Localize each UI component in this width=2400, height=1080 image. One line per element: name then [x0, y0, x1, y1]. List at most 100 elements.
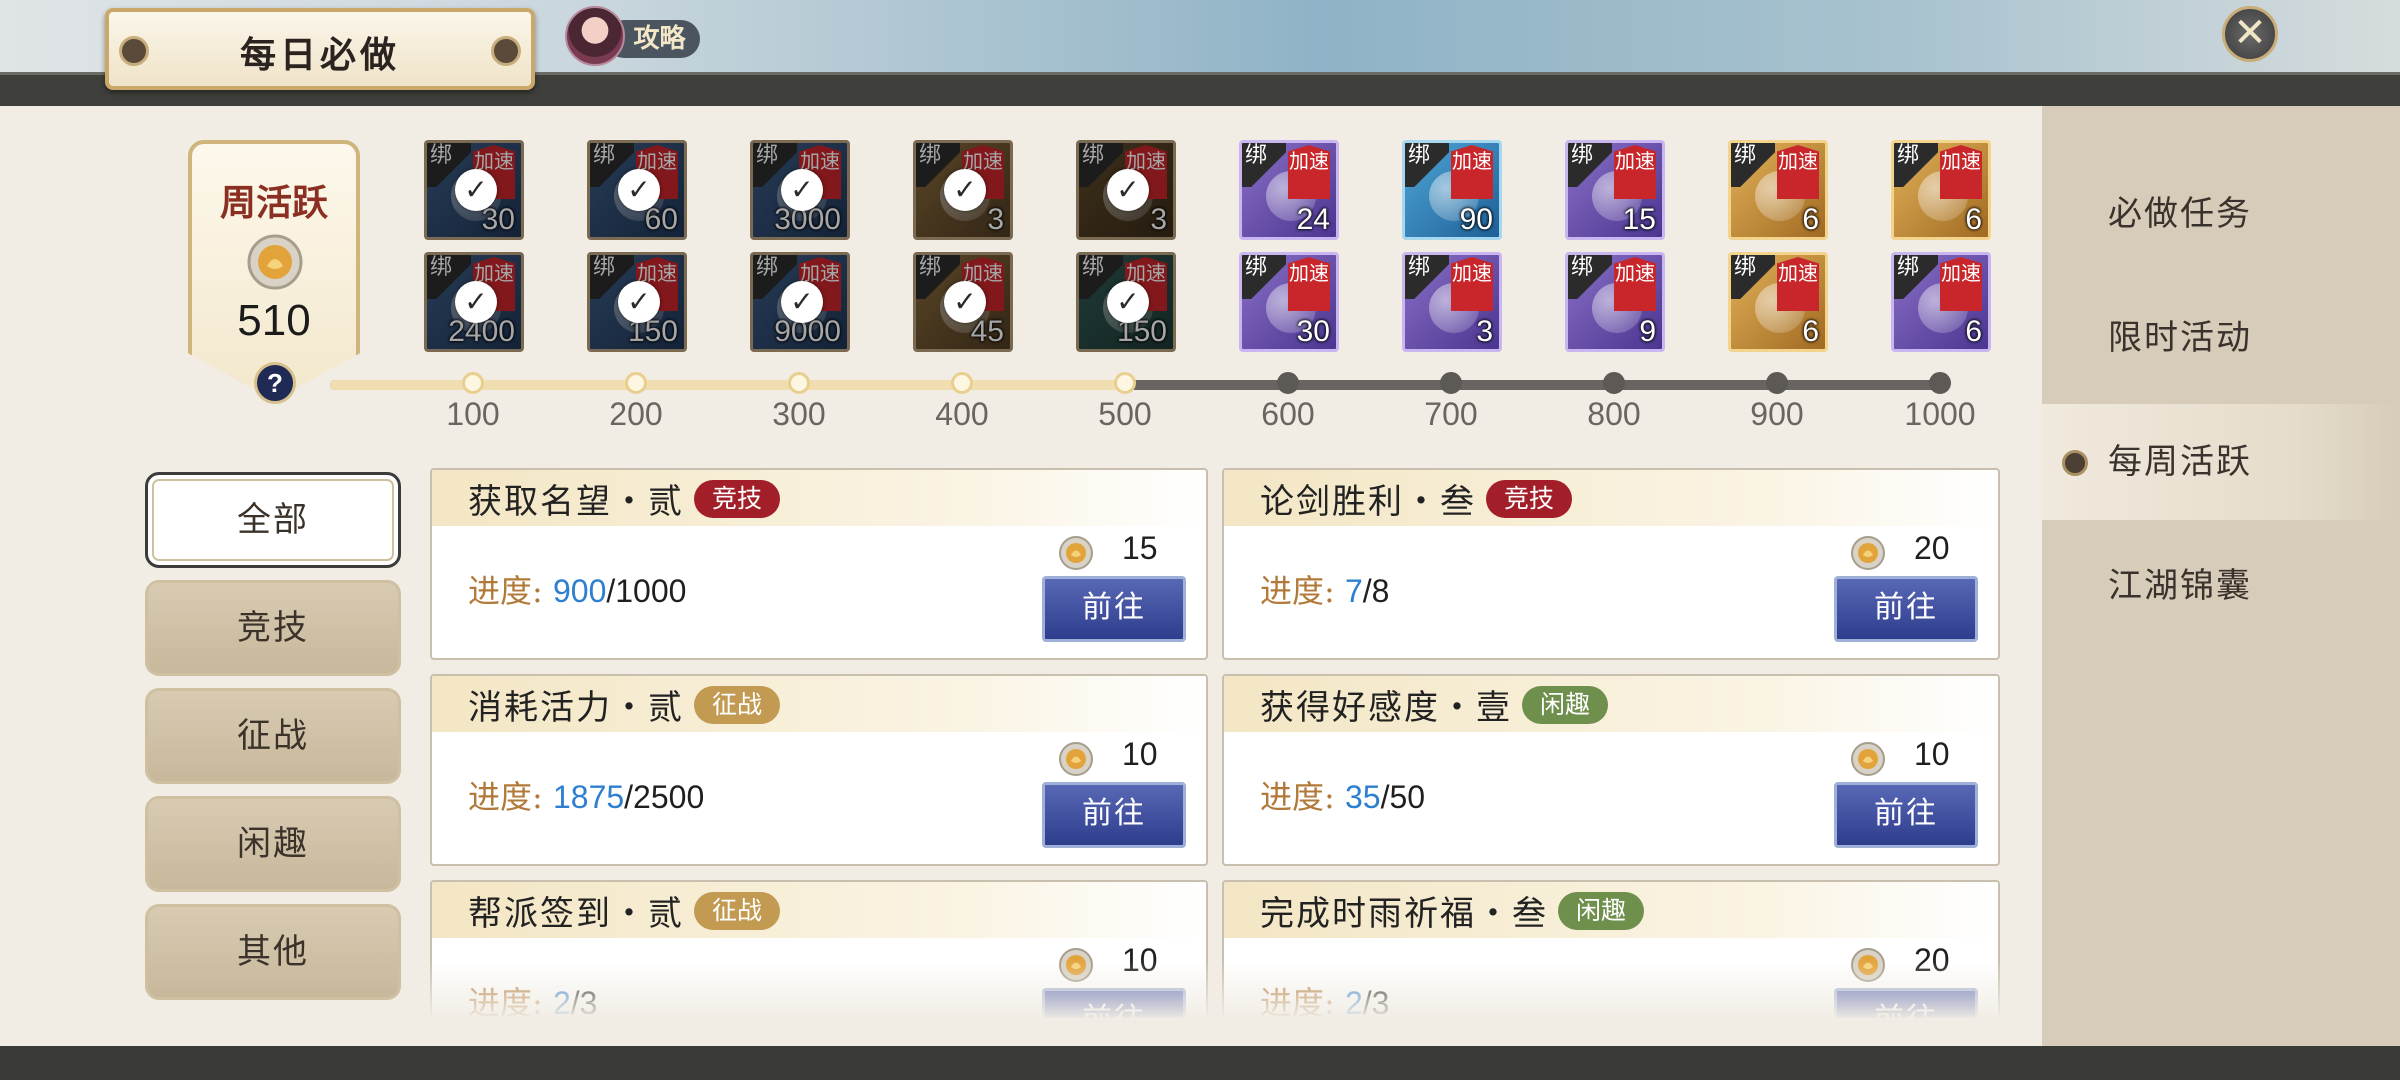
reward-item[interactable]: 绑加速 90	[1402, 140, 1502, 240]
speed-badge: 加速	[1940, 145, 1982, 199]
checkmark-icon: ✓	[944, 281, 986, 323]
reward-item[interactable]: 绑加速 2400 ✓	[424, 252, 524, 352]
bind-label: 绑	[1568, 143, 1612, 187]
reward-item[interactable]: 绑加速 60 ✓	[587, 140, 687, 240]
activity-coin-icon	[1059, 742, 1093, 776]
task-progress: 进度: 7/8	[1260, 566, 1389, 612]
close-button[interactable]: ✕	[2222, 6, 2278, 62]
reward-count: 90	[1459, 203, 1493, 236]
reward-item[interactable]: 绑加速 30	[1239, 252, 1339, 352]
task-reward-points: 10	[1914, 736, 1950, 772]
nav-item-label: 限时活动	[2108, 318, 2252, 358]
reward-item[interactable]: 绑加速 45 ✓	[913, 252, 1013, 352]
filter-button[interactable]: 竞技	[145, 580, 401, 676]
reward-item[interactable]: 绑加速 150 ✓	[1076, 252, 1176, 352]
filter-button[interactable]: 其他	[145, 904, 401, 1000]
reward-item[interactable]: 绑加速 15	[1565, 140, 1665, 240]
reward-item[interactable]: 绑加速 9000 ✓	[750, 252, 850, 352]
bind-label: 绑	[1731, 255, 1775, 299]
reward-count: 24	[1296, 203, 1330, 236]
progress-label: 进度:	[1260, 572, 1345, 610]
milestone-label: 1000	[1904, 396, 1976, 432]
bind-label: 绑	[1242, 255, 1286, 299]
task-card: 获取名望・贰 竞技 进度: 900/1000 15 前往	[430, 468, 1208, 660]
go-button[interactable]: 前往	[1042, 782, 1186, 848]
bind-label: 绑	[1568, 255, 1612, 299]
task-card: 消耗活力・贰 征战 进度: 1875/2500 10 前往	[430, 674, 1208, 866]
reward-item[interactable]: 绑加速 6	[1891, 252, 1991, 352]
progress-total: /2500	[624, 779, 705, 815]
reward-item[interactable]: 绑加速 3	[1402, 252, 1502, 352]
reward-item[interactable]: 绑加速 3000 ✓	[750, 140, 850, 240]
nav-item[interactable]: 必做任务	[2042, 156, 2400, 272]
task-title: 论剑胜利・叁	[1260, 482, 1476, 522]
milestone-label: 300	[772, 396, 826, 432]
speed-badge: 加速	[1451, 145, 1493, 199]
checkmark-icon: ✓	[1107, 281, 1149, 323]
help-button[interactable]: ?	[254, 362, 296, 404]
milestone-node	[462, 372, 484, 394]
bind-label: 绑	[1731, 143, 1775, 187]
reward-count: 6	[1802, 315, 1819, 348]
task-category-tag: 闲趣	[1558, 892, 1645, 930]
task-category-tag: 征战	[694, 892, 781, 930]
speed-badge: 加速	[1777, 257, 1819, 311]
progress-current: 1875	[552, 779, 625, 815]
milestone-node	[625, 372, 647, 394]
reward-count: 6	[1965, 203, 1982, 236]
milestone-label: 600	[1261, 396, 1315, 432]
nav-item[interactable]: 每周活跃	[2042, 404, 2400, 520]
filter-button[interactable]: 征战	[145, 688, 401, 784]
reward-item[interactable]: 绑加速 6	[1728, 252, 1828, 352]
milestone-node	[951, 372, 973, 394]
go-button[interactable]: 前往	[1834, 576, 1978, 642]
reward-item[interactable]: 绑加速 6	[1891, 140, 1991, 240]
bind-label: 绑	[1405, 143, 1449, 187]
speed-badge: 加速	[1451, 257, 1493, 311]
weekly-title: 周活跃	[219, 182, 328, 224]
milestone-node	[1114, 372, 1136, 394]
nav-item[interactable]: 限时活动	[2042, 280, 2400, 396]
guide-button[interactable]: 攻略	[565, 6, 700, 66]
filter-button[interactable]: 闲趣	[145, 796, 401, 892]
nav-item[interactable]: 江湖锦囊	[2042, 528, 2400, 644]
checkmark-icon: ✓	[618, 281, 660, 323]
go-button[interactable]: 前往	[1834, 782, 1978, 848]
checkmark-icon: ✓	[618, 169, 660, 211]
milestone-node	[1440, 372, 1462, 394]
checkmark-icon: ✓	[455, 169, 497, 211]
reward-count: 3	[1476, 315, 1493, 348]
nav-item-label: 必做任务	[2108, 194, 2252, 234]
reward-item[interactable]: 绑加速 3 ✓	[913, 140, 1013, 240]
progress-current: 35	[1344, 779, 1381, 815]
task-list[interactable]: 获取名望・贰 竞技 进度: 900/1000 15 前往 论剑胜利・叁 竞技 进度: 7/8 2…	[430, 468, 2010, 1018]
milestone-node	[1277, 372, 1299, 394]
task-progress: 进度: 35/50	[1260, 772, 1425, 818]
milestone-label: 800	[1587, 396, 1641, 432]
knot-ornament-icon	[491, 36, 521, 66]
reward-item[interactable]: 绑加速 9	[1565, 252, 1665, 352]
bind-label: 绑	[1894, 255, 1938, 299]
task-title: 完成时雨祈福・叁	[1260, 894, 1548, 934]
milestone-label: 100	[446, 396, 500, 432]
task-progress: 进度: 900/1000	[468, 566, 686, 612]
milestone-node	[788, 372, 810, 394]
speed-badge: 加速	[1940, 257, 1982, 311]
bind-label: 绑	[1405, 255, 1449, 299]
checkmark-icon: ✓	[781, 281, 823, 323]
reward-item[interactable]: 绑加速 6	[1728, 140, 1828, 240]
guide-avatar-icon	[565, 6, 625, 66]
filter-button[interactable]: 全部	[145, 472, 401, 568]
milestone-label: 400	[935, 396, 989, 432]
checkmark-icon: ✓	[944, 169, 986, 211]
go-button[interactable]: 前往	[1042, 576, 1186, 642]
reward-item[interactable]: 绑加速 3 ✓	[1076, 140, 1176, 240]
reward-item[interactable]: 绑加速 150 ✓	[587, 252, 687, 352]
reward-item[interactable]: 绑加速 24	[1239, 140, 1339, 240]
task-reward-points: 10	[1122, 736, 1158, 772]
task-progress: 进度: 1875/2500	[468, 772, 704, 818]
activity-coin-icon	[1851, 742, 1885, 776]
task-title: 获得好感度・壹	[1260, 688, 1512, 728]
reward-item[interactable]: 绑加速 30 ✓	[424, 140, 524, 240]
reward-count: 9	[1639, 315, 1656, 348]
